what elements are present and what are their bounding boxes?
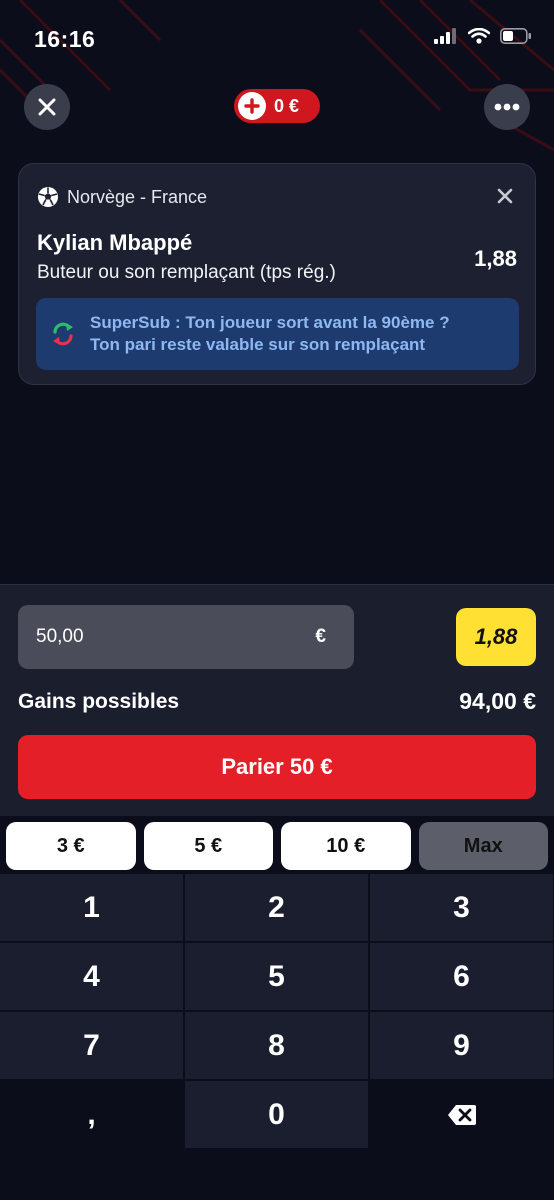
- wifi-icon: [468, 28, 490, 44]
- supersub-banner: SuperSub : Ton joueur sort avant la 90èm…: [36, 298, 519, 370]
- supersub-text: SuperSub : Ton joueur sort avant la 90èm…: [90, 312, 450, 356]
- key-comma[interactable]: ,: [0, 1081, 183, 1148]
- plus-icon: [238, 92, 266, 120]
- quick-amount-3[interactable]: 3 €: [6, 822, 136, 870]
- player-name: Kylian Mbappé: [37, 230, 193, 255]
- balance-badge[interactable]: 0 €: [234, 89, 320, 123]
- backspace-icon: [447, 1104, 476, 1125]
- match-name: Norvège - France: [67, 186, 208, 207]
- stake-value: 50,00: [36, 626, 84, 647]
- place-bet-button[interactable]: Parier 50 €: [18, 735, 536, 799]
- quick-amount-row: 3 € 5 € 10 € Max: [6, 822, 548, 870]
- status-icons: [434, 28, 532, 44]
- total-odd-badge: 1,88: [456, 608, 536, 666]
- key-0[interactable]: 0: [185, 1081, 368, 1148]
- key-6[interactable]: 6: [370, 943, 553, 1010]
- key-4[interactable]: 4: [0, 943, 183, 1010]
- bet-selection-card: Norvège - France Kylian Mbappé Buteur ou…: [18, 163, 536, 385]
- key-5[interactable]: 5: [185, 943, 368, 1010]
- match-row: Norvège - France: [37, 186, 207, 208]
- stake-panel: 50,00 € 1,88 Gains possibles 94,00 € Par…: [0, 584, 554, 816]
- swap-arrows-icon: [53, 322, 73, 346]
- stake-currency: €: [315, 626, 326, 647]
- status-time: 16:16: [34, 26, 96, 52]
- key-1[interactable]: 1: [0, 874, 183, 941]
- ellipsis-icon: [494, 103, 520, 111]
- key-8[interactable]: 8: [185, 1012, 368, 1079]
- balance-amount: 0 €: [274, 95, 300, 116]
- gains-label: Gains possibles: [18, 690, 180, 713]
- quick-amount-5[interactable]: 5 €: [143, 822, 273, 870]
- backspace-key[interactable]: [370, 1081, 553, 1148]
- bet-slip-screen: 16:16 0 € Norvège - France Kylian Mbappé…: [0, 0, 554, 1200]
- cellular-signal-icon: [434, 28, 456, 44]
- battery-icon: [500, 28, 531, 44]
- close-icon: [497, 188, 513, 204]
- key-9[interactable]: 9: [370, 1012, 553, 1079]
- close-icon: [38, 98, 56, 116]
- gains-value: 94,00 €: [459, 688, 536, 714]
- key-2[interactable]: 2: [185, 874, 368, 941]
- keypad-grid: 1 2 3 4 5 6 7 8 9 , 0: [0, 874, 554, 1148]
- more-options-button[interactable]: [484, 84, 530, 130]
- status-bar: 16:16: [0, 0, 554, 80]
- supersub-line-2: Ton pari reste valable sur son remplaçan…: [90, 335, 426, 354]
- supersub-line-1: SuperSub : Ton joueur sort avant la 90èm…: [90, 313, 450, 332]
- close-button[interactable]: [24, 84, 70, 130]
- quick-amount-max[interactable]: Max: [418, 822, 548, 870]
- stake-input[interactable]: 50,00 €: [18, 605, 354, 669]
- market-name: Buteur ou son remplaçant (tps rég.): [37, 262, 336, 283]
- remove-selection-button[interactable]: [493, 184, 517, 208]
- soccer-ball-icon: [38, 187, 58, 207]
- numeric-keypad: 3 € 5 € 10 € Max 1 2 3 4 5 6 7 8 9 , 0: [0, 816, 554, 1200]
- selection-odd: 1,88: [474, 246, 517, 271]
- quick-amount-10[interactable]: 10 €: [281, 822, 411, 870]
- key-3[interactable]: 3: [370, 874, 553, 941]
- key-7[interactable]: 7: [0, 1012, 183, 1079]
